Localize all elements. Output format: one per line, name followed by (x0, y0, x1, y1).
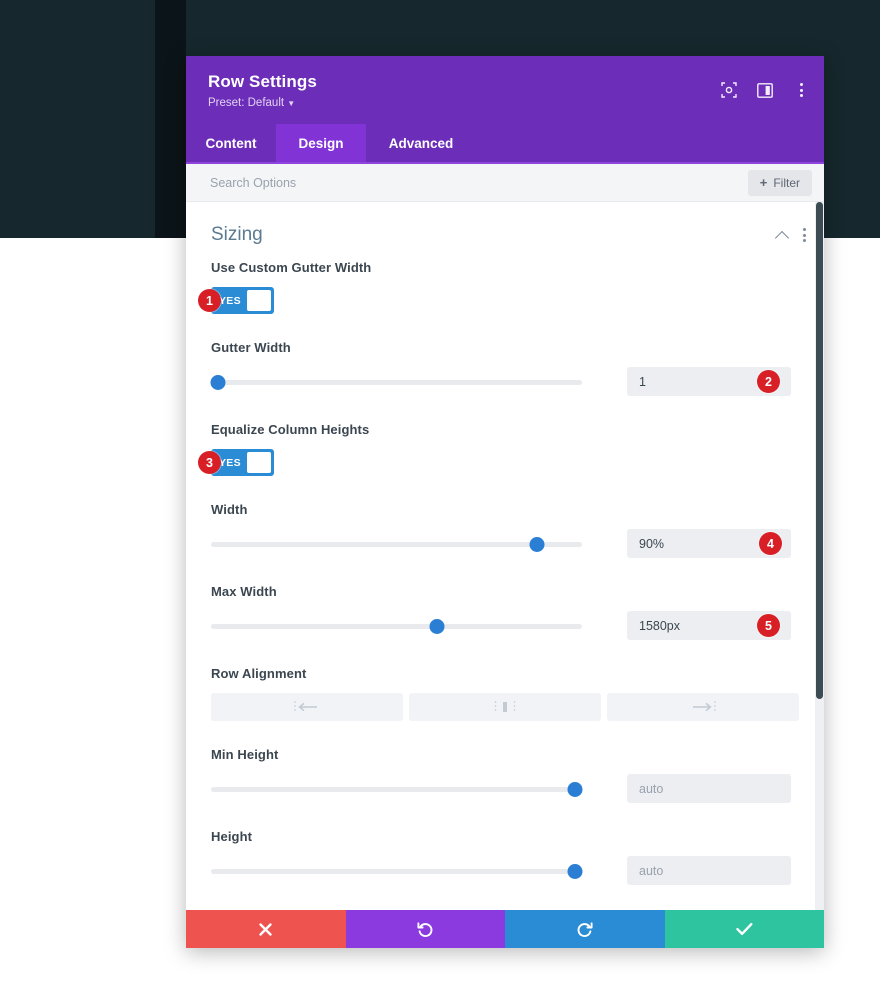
field-label: Row Alignment (211, 666, 307, 681)
field-min-height: Min Height auto (186, 747, 824, 803)
slider-track (211, 623, 582, 629)
toggle-wrap-gutter: 1 YES (198, 287, 274, 314)
modal-header: Row Settings Preset: Default ▼ (186, 56, 824, 124)
checkmark-icon (736, 923, 753, 935)
preset-selector[interactable]: Preset: Default ▼ (208, 96, 804, 111)
toggle-wrap-equalize: 3 YES (198, 449, 274, 476)
preset-label: Preset: Default (208, 97, 285, 109)
field-label: Min Height (211, 747, 279, 762)
slider-row-gutter-width: 1 2 (210, 367, 799, 396)
align-right-button[interactable] (607, 693, 799, 721)
focus-icon[interactable] (720, 81, 738, 99)
tab-content[interactable]: Content (186, 124, 276, 162)
undo-icon (417, 921, 433, 937)
header-icon-group (720, 81, 810, 99)
slider-track (211, 786, 582, 792)
search-row: Search Options + Filter (186, 164, 824, 202)
field-label: Use Custom Gutter Width (211, 260, 372, 275)
page-title: Row Settings (208, 72, 317, 91)
field-gutter-width: Gutter Width 1 2 (186, 340, 824, 396)
field-label: Equalize Column Heights (211, 422, 370, 437)
backdrop-dark-band (155, 0, 186, 238)
field-use-custom-gutter-width: Use Custom Gutter Width 1 YES (186, 260, 824, 340)
slider-gutter-width[interactable] (210, 373, 582, 391)
field-max-width: Max Width 1580px 5 (186, 584, 824, 640)
toggle-knob (246, 290, 271, 311)
align-left-icon (294, 701, 317, 713)
slider-row-height: auto (211, 856, 799, 885)
align-center-button[interactable] (409, 693, 601, 721)
slider-min-height[interactable] (211, 780, 583, 798)
field-row-alignment: Row Alignment (186, 666, 824, 721)
annotation-badge-1: 1 (198, 289, 221, 312)
section-more-options-icon[interactable] (803, 228, 806, 242)
slider-width[interactable] (211, 535, 582, 553)
align-center-icon (494, 701, 516, 713)
slider-max-width[interactable] (211, 617, 582, 635)
row-alignment-group (211, 693, 799, 721)
toggle-knob (246, 452, 271, 473)
search-input[interactable]: Search Options (210, 176, 296, 190)
slider-track (211, 541, 582, 547)
field-height: Height auto (186, 829, 824, 885)
settings-scroll-container: Sizing Use Custom Gutter Width 1 YES Gut… (186, 202, 824, 910)
cancel-button[interactable] (186, 910, 346, 948)
slider-track (211, 379, 582, 385)
row-settings-modal: Row Settings Preset: Default ▼ Content D… (186, 56, 824, 948)
undo-button[interactable] (345, 910, 505, 948)
slider-knob[interactable] (567, 781, 583, 797)
chevron-down-icon: ▼ (287, 99, 296, 108)
save-button[interactable] (664, 910, 824, 948)
panel-layout-icon[interactable] (756, 81, 774, 99)
filter-button[interactable]: + Filter (747, 169, 812, 196)
scrollbar-track[interactable] (815, 202, 824, 910)
annotation-badge-4: 4 (759, 532, 782, 555)
section-header-sizing: Sizing (186, 202, 824, 260)
align-left-button[interactable] (211, 693, 403, 721)
slider-knob[interactable] (567, 863, 583, 879)
slider-track (211, 868, 582, 874)
filter-label: Filter (773, 175, 800, 190)
section-actions (776, 228, 806, 242)
annotation-badge-5: 5 (757, 614, 780, 637)
annotation-badge-3: 3 (198, 451, 221, 474)
field-label: Height (211, 829, 253, 844)
section-title: Sizing (211, 224, 263, 245)
tab-bar: Content Design Advanced (186, 124, 824, 164)
settings-list: Sizing Use Custom Gutter Width 1 YES Gut… (186, 202, 824, 910)
scrollbar-thumb[interactable] (816, 202, 823, 699)
slider-knob[interactable] (429, 618, 445, 634)
field-equalize-column-heights: Equalize Column Heights 3 YES (186, 422, 824, 502)
slider-knob[interactable] (529, 536, 545, 552)
plus-icon: + (759, 175, 768, 190)
modal-footer (186, 910, 824, 948)
slider-row-max-width: 1580px 5 (211, 611, 799, 640)
close-icon (259, 922, 272, 936)
field-width: Width 90% 4 (186, 502, 824, 558)
tab-design[interactable]: Design (276, 124, 366, 162)
input-min-height[interactable]: auto (627, 774, 791, 803)
chevron-up-icon[interactable] (776, 229, 789, 242)
input-height[interactable]: auto (627, 856, 791, 885)
field-label: Max Width (211, 584, 277, 599)
slider-height[interactable] (211, 862, 583, 880)
slider-row-min-height: auto (211, 774, 799, 803)
align-right-icon (693, 701, 716, 713)
field-label: Width (211, 502, 248, 517)
redo-icon (577, 921, 593, 937)
slider-row-width: 90% 4 (211, 529, 799, 558)
tab-advanced[interactable]: Advanced (366, 124, 476, 162)
annotation-badge-2: 2 (757, 370, 780, 393)
slider-knob[interactable] (210, 374, 226, 390)
redo-button[interactable] (505, 910, 665, 948)
field-label: Gutter Width (211, 340, 291, 355)
more-options-icon[interactable] (792, 81, 810, 99)
